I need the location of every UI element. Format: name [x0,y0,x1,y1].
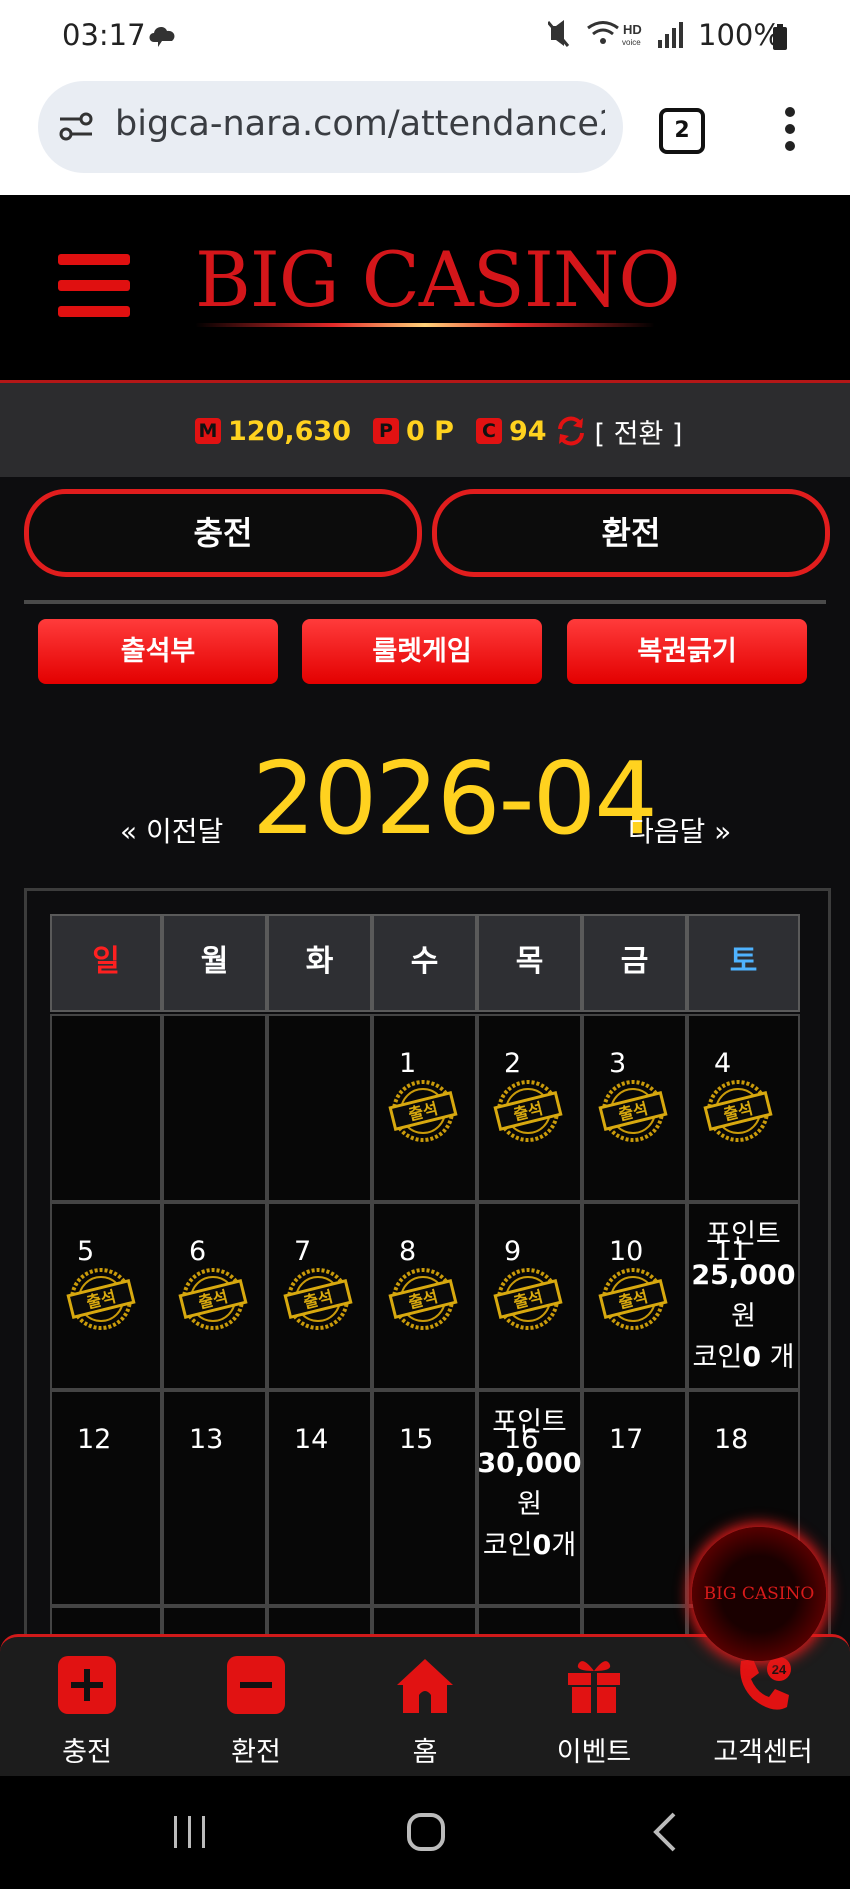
nav-home[interactable]: 홈 [350,1655,500,1769]
calendar-cell [267,1390,372,1606]
nav-exchange-label: 환전 [231,1737,281,1768]
day-number: 12 [77,1424,112,1455]
day-number: 14 [294,1424,329,1455]
day-number: 13 [189,1424,224,1455]
reward-amount: 30,000 [477,1448,582,1479]
weekday-header: 월 [162,914,267,1012]
attendance-stamp-icon: 출석 [388,1268,458,1330]
reward-label: 포인트 [492,1407,567,1438]
calendar-cell [162,1390,267,1606]
coin-value: 0 [742,1342,762,1373]
day-number: 9 [504,1236,522,1267]
coin-value: 0 [532,1530,552,1561]
calendar-cell [162,1014,267,1202]
calendar-cell [50,1014,162,1202]
attendance-stamp-icon: 출석 [388,1080,458,1142]
minus-icon [227,1656,285,1714]
home-icon [397,1659,453,1713]
reward-info: 포인트 25,000 원코인0 개 [687,1214,800,1378]
nav-exchange[interactable]: 환전 [181,1655,331,1769]
nav-home-label: 홈 [412,1737,438,1768]
nav-support[interactable]: 24 고객센터 [688,1655,838,1769]
attendance-stamp-icon: 출석 [178,1268,248,1330]
nav-event[interactable]: 이벤트 [519,1655,669,1769]
weekday-header: 수 [372,914,477,1012]
nav-event-label: 이벤트 [556,1737,632,1768]
back-icon[interactable] [652,1812,678,1852]
floating-logo-button[interactable]: BIG CASINO [692,1527,826,1661]
home-system-icon[interactable] [406,1812,446,1852]
system-nav-bar [0,1776,850,1889]
nav-support-label: 고객센터 [713,1737,813,1768]
weekday-header: 화 [267,914,372,1012]
attendance-stamp-icon: 출석 [66,1268,136,1330]
coin-label: 코인 [482,1530,533,1561]
attendance-stamp-icon: 출석 [283,1268,353,1330]
day-number: 15 [399,1424,434,1455]
attendance-stamp-icon: 출석 [598,1268,668,1330]
plus-icon [58,1656,116,1714]
coin-unit: 개 [761,1342,795,1373]
weekday-header: 일 [50,914,162,1012]
calendar-cell [50,1390,162,1606]
day-number: 10 [609,1236,644,1267]
weekday-header: 금 [582,914,687,1012]
day-number: 8 [399,1236,417,1267]
reward-label: 포인트 [706,1219,781,1250]
day-number: 6 [189,1236,207,1267]
day-number: 4 [714,1048,732,1079]
calendar-cell [372,1390,477,1606]
calendar-cell [267,1014,372,1202]
day-number: 18 [714,1424,749,1455]
reward-amount: 25,000 [691,1260,796,1291]
reward-info: 포인트 30,000 원코인0개 [477,1402,582,1566]
gift-icon [568,1661,620,1713]
weekday-header: 토 [687,914,800,1012]
day-number: 17 [609,1424,644,1455]
bottom-nav: 충전 환전 홈 이벤트 24 고객센터 [0,1634,850,1779]
attendance-stamp-icon: 출석 [493,1268,563,1330]
attendance-stamp-icon: 출석 [493,1080,563,1142]
calendar-cell [582,1390,687,1606]
support-badge-text: 24 [772,1662,787,1677]
reward-unit: 원 [731,1301,756,1332]
attendance-stamp-icon: 출석 [703,1080,773,1142]
day-number: 1 [399,1048,417,1079]
nav-charge[interactable]: 충전 [12,1655,162,1769]
nav-charge-label: 충전 [62,1737,112,1768]
weekday-header: 목 [477,914,582,1012]
recent-apps-icon[interactable] [172,1814,208,1850]
day-number: 3 [609,1048,627,1079]
coin-unit: 개 [551,1530,577,1561]
day-number: 2 [504,1048,522,1079]
coin-label: 코인 [692,1342,743,1373]
day-number: 5 [77,1236,95,1267]
reward-unit: 원 [517,1489,542,1520]
phone-24-icon: 24 [740,1657,791,1710]
day-number: 7 [294,1236,312,1267]
attendance-stamp-icon: 출석 [598,1080,668,1142]
calendar-grid: 일 월 화 수 목 금 토 1 출석 2 출석 3 출석 4 출석 5 출석 6 출석 7 출석 8 출석 9 출석 10 출석 11… [0,0,850,1646]
